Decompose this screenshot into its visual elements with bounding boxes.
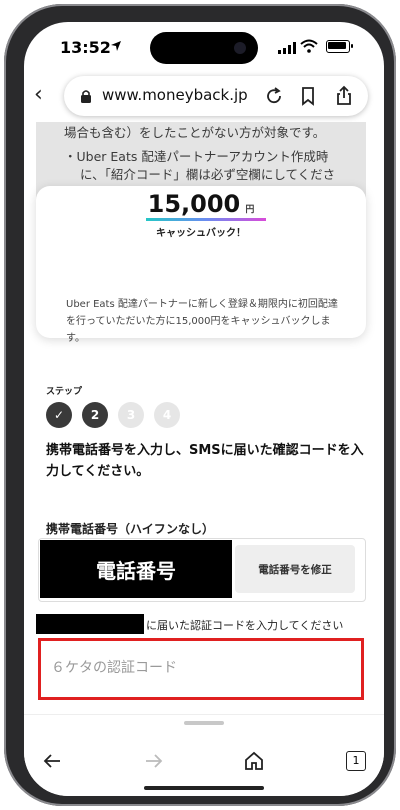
verification-code-box [38,638,364,700]
notice-line: に、「紹介コード」欄は必ず空欄にしてくださ [80,167,336,182]
notice-line: 場合も含む）をしたことがない方が対象です。 [64,125,326,140]
dynamic-island [150,32,258,64]
step-label: ステップ [46,387,83,397]
back-arrow-icon[interactable] [40,749,64,773]
phone-number-value: 電話番号 [40,540,232,598]
phone-frame: 13:52 ‹ www.moneyback.jp 場合も含む）をしたことがない方… [4,4,396,806]
sms-instruction-text: に届いた認証コードを入力してください [146,619,344,632]
cashback-label: キャッシュバック！ [156,228,246,239]
bookmark-icon[interactable] [296,84,320,108]
share-icon[interactable] [332,84,356,108]
battery-icon [326,40,350,53]
forward-arrow-icon[interactable] [142,749,166,773]
cashback-card: 15,000 円 キャッシュバック！ Uber Eats 配達パートナーに新しく… [36,186,366,344]
sms-instruction: に届いた認証コードを入力してください [36,614,376,634]
redacted-phone [36,614,144,634]
phone-field: 電話番号 電話番号を修正 [38,538,366,602]
page-content: 場合も含む）をしたことがない方が対象です。 ・Uber Eats 配達パートナー… [24,122,384,714]
verification-code-input[interactable] [49,647,353,689]
step-4: 4 [154,402,180,428]
phone-field-label: 携帯電話番号（ハイフンなし） [46,522,215,536]
amount-currency: 円 [245,205,255,215]
step-2-current: 2 [82,402,108,428]
tabs-button[interactable]: 1 [346,751,366,771]
screen: 13:52 ‹ www.moneyback.jp 場合も含む）をしたことがない方… [24,22,384,796]
notice-line: ・Uber Eats 配達パートナーアカウント作成時 [64,149,329,164]
status-bar: 13:52 [24,22,384,70]
amount-underline [146,218,266,221]
cashback-amount: 15,000 円 [36,190,366,218]
battery-cap [351,44,353,48]
address-bar[interactable]: www.moneyback.jp [64,76,368,116]
lock-icon [81,90,91,103]
step-3: 3 [118,402,144,428]
home-indicator[interactable] [144,786,264,790]
amount-value: 15,000 [147,190,241,218]
cellular-signal-icon [278,42,296,54]
url-text: www.moneyback.jp [102,86,248,104]
back-chevron-icon[interactable]: ‹ [34,84,54,106]
browser-toolbar: 1 [24,714,384,796]
step-indicator: ✓ 2 3 4 [46,402,180,428]
reload-icon[interactable] [262,84,286,108]
step-1-done: ✓ [46,402,72,428]
cashback-description: Uber Eats 配達パートナーに新しく登録＆期限内に初回配達を行っていただい… [66,299,338,344]
browser-address-row: ‹ www.moneyback.jp [24,72,384,122]
home-icon[interactable] [242,749,266,773]
status-time: 13:52 [60,38,111,57]
tabs-count: 1 [352,754,360,767]
camera-icon [234,42,246,54]
edit-phone-button[interactable]: 電話番号を修正 [235,545,355,593]
wifi-icon [300,39,318,53]
instruction-text: 携帯電話番号を入力し、SMSに届いた確認コードを入力してください。 [46,443,364,479]
drag-handle[interactable] [184,721,224,725]
location-arrow-icon [111,41,121,51]
